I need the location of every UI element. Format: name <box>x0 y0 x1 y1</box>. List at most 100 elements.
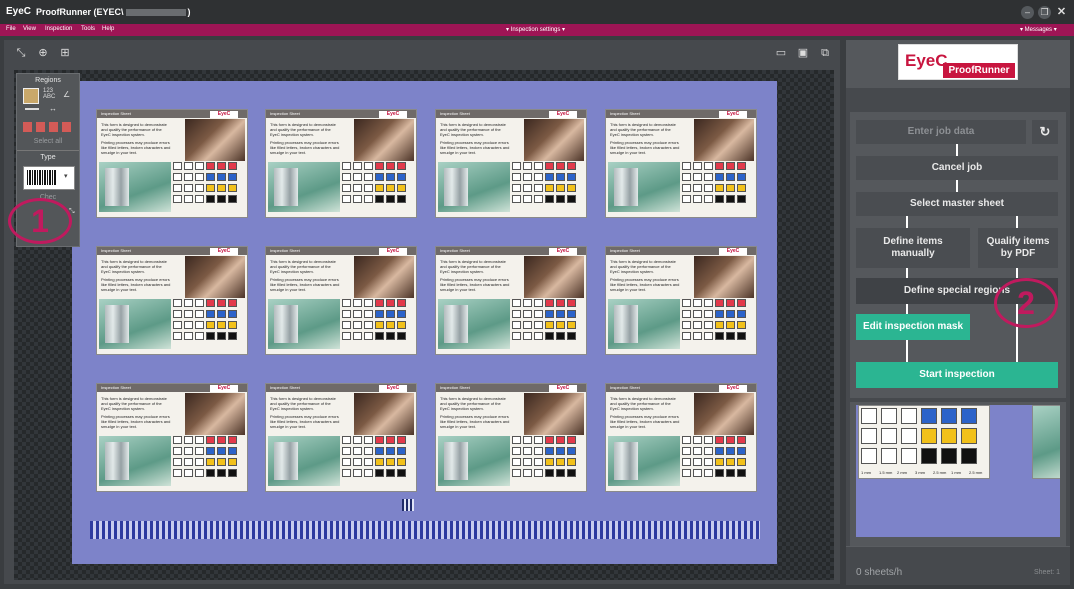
color-cell <box>534 310 543 318</box>
preview-sheet[interactable]: 1 mm 1.5 mm 2 mm 3 mm 2.5 mm 1 mm 2.5 mm <box>856 405 1060 537</box>
menu-tools[interactable]: Tools <box>81 26 95 32</box>
color-cell <box>726 436 735 444</box>
color-cell <box>342 321 351 329</box>
color-cell <box>737 162 746 170</box>
color-cell <box>704 436 713 444</box>
export-icon[interactable]: ⧉ <box>818 46 832 60</box>
color-cell <box>704 321 713 329</box>
menu-inspection[interactable]: Inspection <box>45 26 72 32</box>
color-cell <box>342 162 351 170</box>
fit-icon[interactable]: ⤡ <box>14 46 28 60</box>
preview-color-cell <box>941 408 957 424</box>
restore-icon[interactable]: ❐ <box>1038 6 1051 19</box>
color-cell <box>353 162 362 170</box>
barcode-type-select[interactable]: ▾ <box>23 166 75 190</box>
color-cell <box>726 447 735 455</box>
color-cell <box>682 173 691 181</box>
inspection-card: Inspection Sheet EyeC This form is designe… <box>96 246 248 355</box>
edit-inspection-mask-button[interactable]: Edit inspection mask <box>856 314 970 340</box>
color-cell <box>523 447 532 455</box>
color-cell <box>184 447 193 455</box>
zoom-selection-icon[interactable]: ⊞ <box>58 46 72 60</box>
color-grid <box>512 436 584 484</box>
start-inspection-button[interactable]: Start inspection <box>856 362 1058 388</box>
define-items-manually-button[interactable]: Define items manually <box>856 228 970 268</box>
color-cell <box>386 332 395 340</box>
color-cell <box>206 436 215 444</box>
menu-help[interactable]: Help <box>102 26 114 32</box>
color-cell <box>353 195 362 203</box>
card-text: This form is designed to demonstrate and… <box>440 122 506 137</box>
minimize-icon[interactable]: – <box>1021 6 1034 19</box>
color-cell <box>534 458 543 466</box>
color-cell <box>534 184 543 192</box>
region-text-icon[interactable]: 123 ABC <box>43 88 55 100</box>
refresh-icon[interactable]: ↻ <box>1032 120 1058 144</box>
master-sheet[interactable]: Inspection Sheet EyeC This form is designe… <box>72 81 777 564</box>
color-cell <box>682 469 691 477</box>
color-cell <box>704 332 713 340</box>
menu-inspection-settings[interactable]: ▾ Inspection settings ▾ <box>506 26 565 33</box>
color-cell <box>523 195 532 203</box>
cancel-job-button[interactable]: Cancel job <box>856 156 1058 180</box>
save-icon[interactable]: ▣ <box>796 46 810 60</box>
color-cell <box>173 447 182 455</box>
region-arrow-icon[interactable]: ↔ <box>49 104 57 113</box>
preview-scale-label: 1 mm <box>861 470 871 475</box>
open-folder-icon[interactable]: ▭ <box>774 46 788 60</box>
color-cell <box>512 162 521 170</box>
connector <box>906 304 908 314</box>
select-master-sheet-button[interactable]: Select master sheet <box>856 192 1058 216</box>
color-cell <box>556 310 565 318</box>
color-cell <box>512 195 521 203</box>
region-line-icon[interactable] <box>25 108 39 110</box>
color-cell <box>523 299 532 307</box>
color-cell <box>556 436 565 444</box>
menu-bar: File View Inspection Tools Help ▾ Inspec… <box>0 24 1074 36</box>
color-cell <box>693 310 702 318</box>
color-cell <box>567 469 576 477</box>
preview-scale-label: 2.5 mm <box>933 470 947 475</box>
card-header-text: Inspection Sheet <box>101 111 131 116</box>
color-cell <box>364 332 373 340</box>
color-cell <box>523 436 532 444</box>
zoom-in-icon[interactable]: ⊕ <box>36 46 50 60</box>
color-cell <box>375 195 384 203</box>
color-cell <box>353 469 362 477</box>
color-grid <box>173 436 245 484</box>
card-bottles <box>614 168 638 206</box>
color-cell <box>228 184 237 192</box>
card-photo <box>185 256 245 298</box>
card-logo: EyeC <box>719 248 747 255</box>
menu-messages[interactable]: ▾ Messages ▾ <box>1020 26 1057 33</box>
qualify-items-by-pdf-button[interactable]: Qualify items by PDF <box>978 228 1058 268</box>
color-cell <box>353 321 362 329</box>
menu-file[interactable]: File <box>6 26 16 32</box>
card-header-text: Inspection Sheet <box>610 248 640 253</box>
color-cell <box>353 458 362 466</box>
card-text-2: Printing processes may produce errors li… <box>610 414 680 429</box>
select-all-label[interactable]: Select all <box>17 138 79 145</box>
region-vector-icon[interactable]: ∠ <box>63 90 70 99</box>
preview-color-cell <box>861 428 877 444</box>
color-cell <box>726 458 735 466</box>
region-grid-icon[interactable] <box>23 122 73 132</box>
color-cell <box>195 458 204 466</box>
color-cell <box>545 458 554 466</box>
menu-view[interactable]: View <box>23 26 36 32</box>
color-cell <box>364 162 373 170</box>
color-cell <box>567 458 576 466</box>
color-cell <box>206 447 215 455</box>
color-grid <box>173 299 245 347</box>
close-icon[interactable]: ✕ <box>1055 6 1068 19</box>
color-cell <box>682 184 691 192</box>
color-cell <box>206 469 215 477</box>
color-cell <box>375 310 384 318</box>
color-cell <box>682 162 691 170</box>
logo-area: EyeC ProofRunner <box>846 40 1070 88</box>
region-image-icon[interactable] <box>23 88 39 104</box>
color-cell <box>693 184 702 192</box>
preview-color-cell <box>901 408 917 424</box>
preview-color-cell <box>921 408 937 424</box>
enter-job-data-button[interactable]: Enter job data <box>856 120 1026 144</box>
